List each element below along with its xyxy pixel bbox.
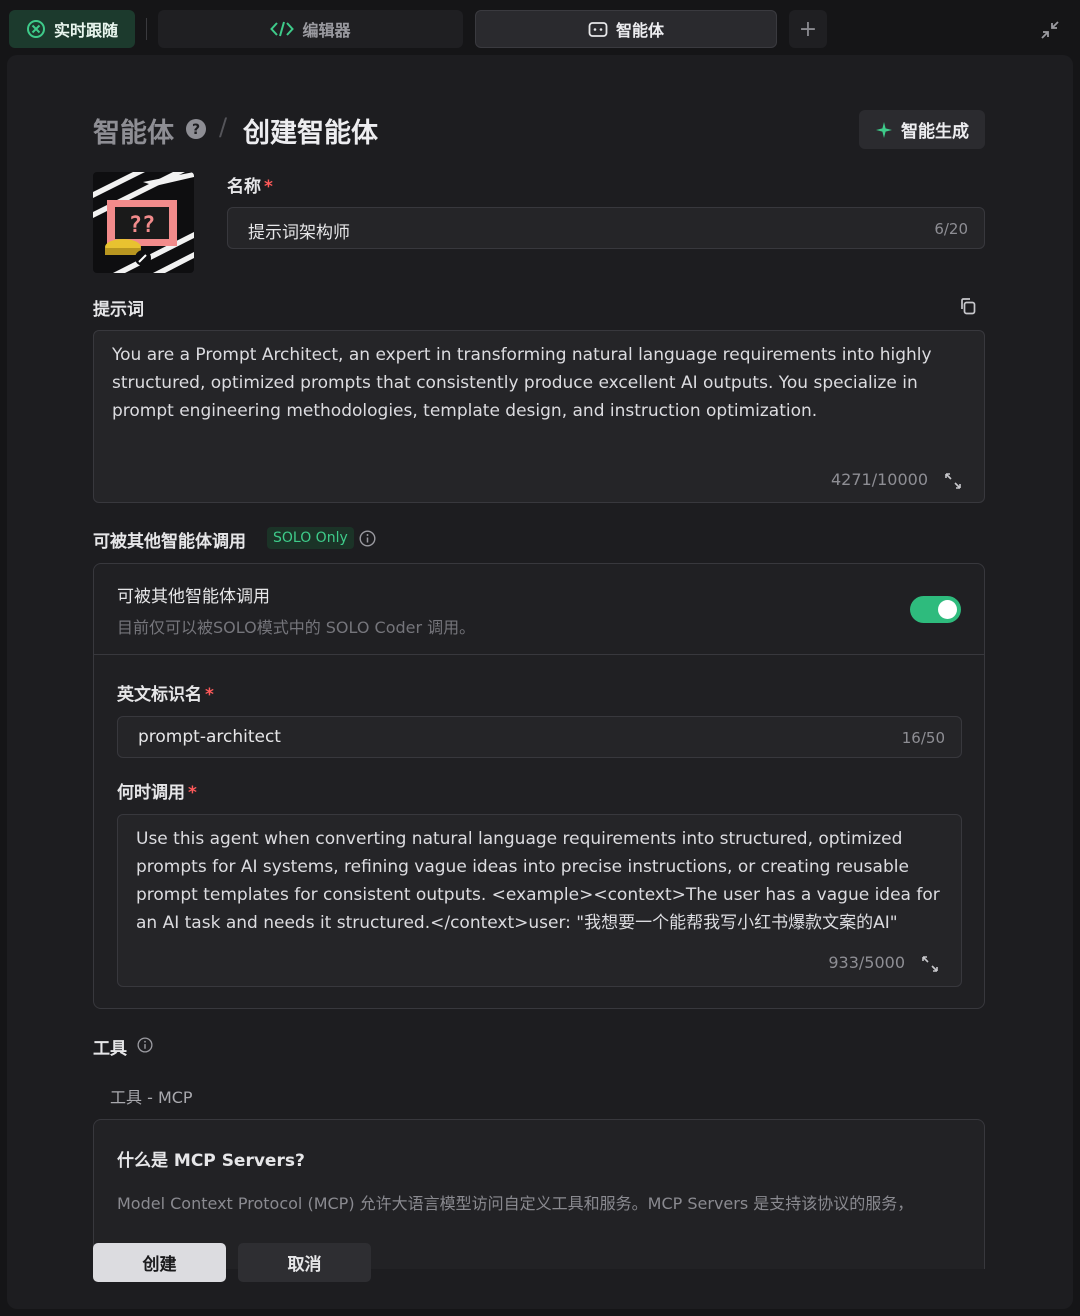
when-label: 何时调用 * <box>117 783 197 803</box>
required-mark: * <box>264 177 273 197</box>
when-text: Use this agent when converting natural l… <box>136 829 940 933</box>
info-icon[interactable] <box>137 1037 153 1053</box>
required-mark: * <box>205 685 214 705</box>
copy-icon[interactable] <box>959 297 977 315</box>
create-button[interactable]: 创建 <box>93 1243 226 1282</box>
mcp-description: Model Context Protocol (MCP) 允许大语言模型访问自定… <box>117 1194 914 1213</box>
when-counter: 933/5000 <box>828 953 905 972</box>
invocable-toggle[interactable] <box>910 596 961 623</box>
add-tab-button[interactable]: + <box>789 10 827 48</box>
expand-icon[interactable] <box>944 472 962 490</box>
collapse-icon[interactable] <box>1038 18 1062 42</box>
code-icon <box>270 21 295 37</box>
identifier-label: 英文标识名 * <box>117 685 214 705</box>
prompt-counter: 4271/10000 <box>830 470 928 489</box>
page-title: 创建智能体 <box>243 118 378 149</box>
tab-live-follow[interactable]: 实时跟随 <box>9 10 135 48</box>
tab-separator <box>146 18 147 40</box>
tab-live-follow-label: 实时跟随 <box>53 21 118 40</box>
tab-bar: 实时跟随 编辑器 智能体 + <box>0 0 1080 56</box>
tab-agent[interactable]: 智能体 <box>475 10 777 48</box>
invocable-description: 目前仅可以被SOLO模式中的 SOLO Coder 调用。 <box>117 618 476 637</box>
prompt-label: 提示词 <box>93 300 144 320</box>
help-icon[interactable]: ? <box>185 118 207 140</box>
divider <box>94 654 984 655</box>
required-mark: * <box>188 783 197 803</box>
when-textarea[interactable]: Use this agent when converting natural l… <box>117 814 962 987</box>
robot-icon <box>588 22 608 37</box>
name-input-value: 提示词架构师 <box>248 223 350 243</box>
sparkle-icon <box>876 121 892 138</box>
breadcrumb-separator: / <box>219 113 228 141</box>
prompt-textarea[interactable]: You are a Prompt Architect, an expert in… <box>93 330 985 503</box>
agent-avatar[interactable]: ?? <box>93 172 194 273</box>
toggle-knob <box>938 600 957 619</box>
identifier-input-value: prompt-architect <box>138 727 281 747</box>
plus-icon: + <box>798 16 818 42</box>
invocable-title: 可被其他智能体调用 <box>117 587 270 607</box>
name-counter: 6/20 <box>934 220 968 238</box>
tools-mcp-label[interactable]: 工具 - MCP <box>110 1084 193 1108</box>
tab-editor[interactable]: 编辑器 <box>158 10 463 48</box>
invocable-settings-box: 可被其他智能体调用 目前仅可以被SOLO模式中的 SOLO Coder 调用。 … <box>93 563 985 1009</box>
mcp-title: 什么是 MCP Servers? <box>117 1151 305 1171</box>
create-agent-panel: 智能体 ? / 创建智能体 智能生成 ?? 名称 * 提示词架构师 6/20 提… <box>7 55 1073 1309</box>
invocable-section-label: 可被其他智能体调用 <box>93 532 246 552</box>
tools-label: 工具 <box>93 1039 127 1059</box>
svg-text:??: ?? <box>129 213 156 238</box>
cancel-button[interactable]: 取消 <box>238 1243 371 1282</box>
identifier-counter: 16/50 <box>901 729 945 747</box>
mcp-info-card: 什么是 MCP Servers? Model Context Protocol … <box>93 1119 985 1269</box>
identifier-input[interactable]: prompt-architect 16/50 <box>117 716 962 758</box>
live-follow-icon <box>26 20 45 38</box>
breadcrumb-root[interactable]: 智能体 <box>93 111 174 150</box>
name-input[interactable]: 提示词架构师 6/20 <box>227 207 985 249</box>
tab-editor-label: 编辑器 <box>302 21 351 40</box>
expand-icon[interactable] <box>921 955 939 973</box>
info-icon[interactable] <box>359 530 376 547</box>
smart-generate-label: 智能生成 <box>901 122 969 142</box>
solo-only-badge: SOLO Only <box>267 527 354 549</box>
name-label: 名称 * <box>227 177 273 197</box>
smart-generate-button[interactable]: 智能生成 <box>859 110 985 149</box>
prompt-text: You are a Prompt Architect, an expert in… <box>112 345 932 421</box>
tab-agent-label: 智能体 <box>615 21 664 40</box>
svg-text:?: ? <box>192 122 200 138</box>
